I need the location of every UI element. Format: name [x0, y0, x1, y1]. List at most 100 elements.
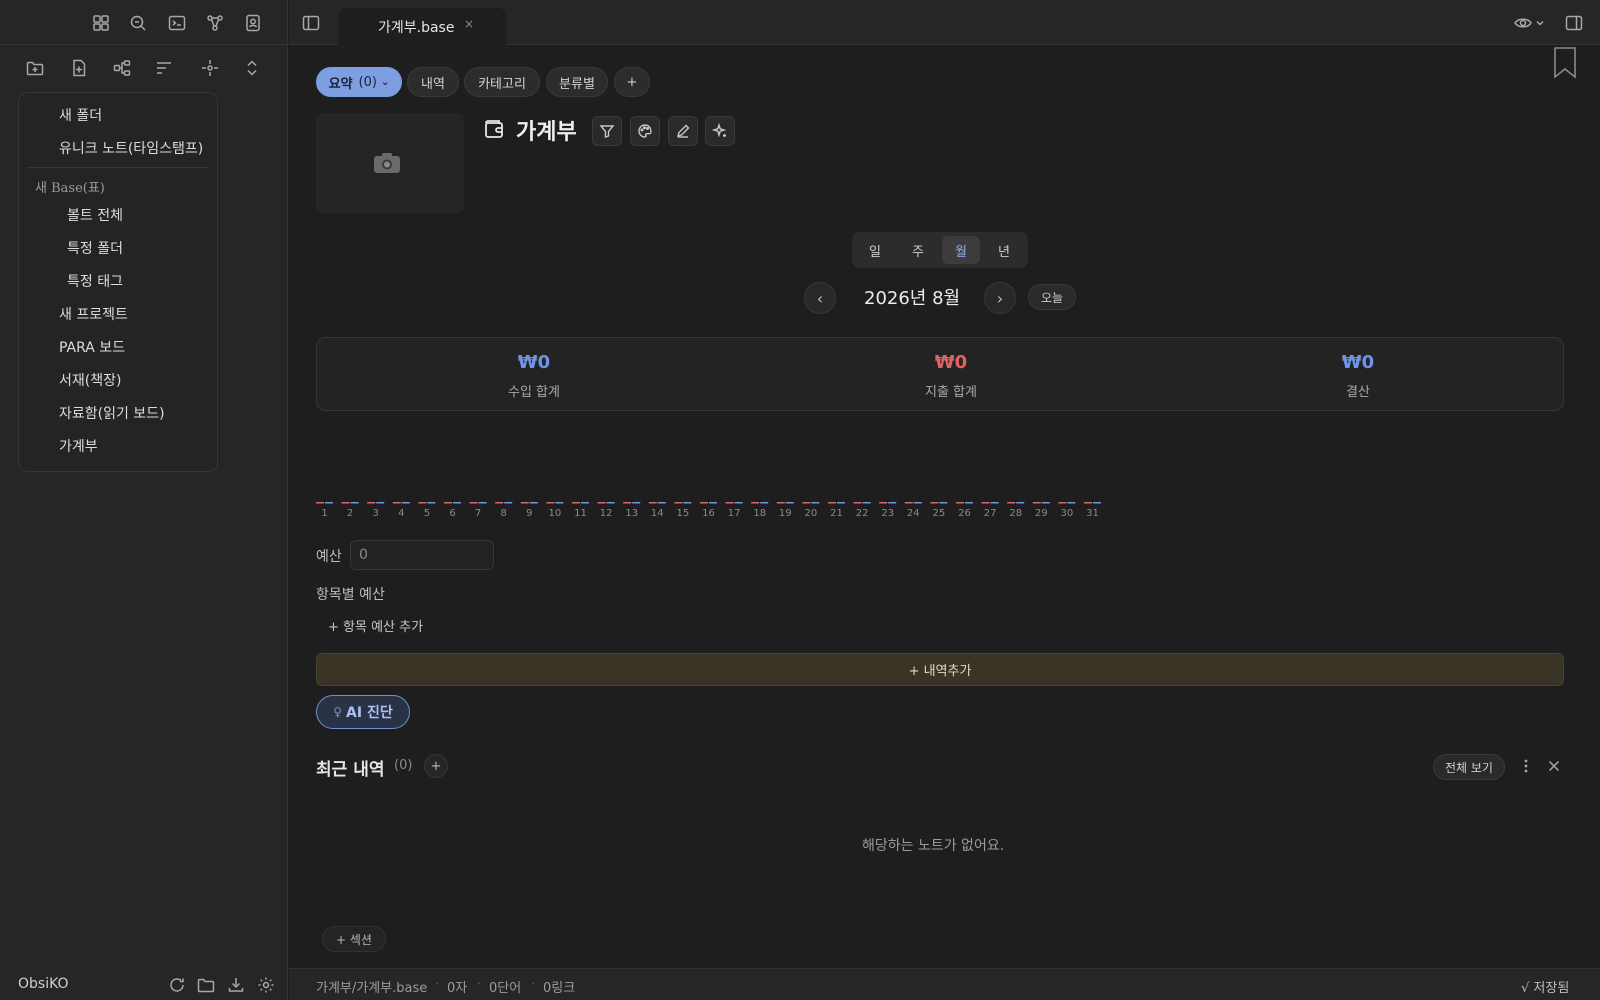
budget-input[interactable] [350, 540, 494, 570]
prev-month-button[interactable]: ‹ [804, 282, 836, 314]
chart-x-tick-label: 31 [1086, 508, 1099, 519]
recent-entries-title: 최근 내역 [316, 760, 385, 780]
chart-bar [1041, 502, 1050, 504]
status-char-count: 0자 [447, 981, 468, 996]
new-folder-icon[interactable] [23, 56, 47, 80]
graph-icon[interactable] [203, 11, 227, 35]
chart-bar [504, 502, 513, 504]
period-month[interactable]: 월 [942, 236, 980, 264]
view-tab-by-class[interactable]: 분류별 [546, 67, 608, 97]
chart-x-tick-label: 26 [958, 508, 971, 519]
status-file-path[interactable]: 가계부/가계부.base [316, 977, 427, 996]
toggle-sidebar-icon[interactable] [300, 12, 322, 34]
menu-item-reading-board[interactable]: 자료함(읽기 보드) [59, 403, 165, 423]
sort-icon[interactable] [152, 56, 176, 80]
layout-grid-icon[interactable] [89, 11, 113, 35]
chart-bar [325, 502, 333, 504]
add-section-button[interactable]: + 섹션 [322, 926, 386, 952]
left-sidebar: 새 폴더 유니크 노트(타임스탬프) 새 Base(표) 볼트 전체 특정 폴더… [0, 0, 288, 1000]
chart-x-tick-label: 20 [805, 508, 818, 519]
period-year[interactable]: 년 [985, 236, 1023, 264]
toggle-right-sidebar-icon[interactable] [1563, 12, 1585, 34]
menu-item-whole-vault[interactable]: 볼트 전체 [67, 205, 123, 225]
chart-x-tick-label: 21 [830, 508, 843, 519]
add-category-budget-button[interactable]: + 항목 예산 추가 [328, 616, 423, 635]
refresh-icon[interactable] [167, 975, 187, 995]
chart-x-tick-label: 3 [373, 508, 379, 519]
chart-bar [879, 502, 888, 504]
menu-item-new-project[interactable]: 새 프로젝트 [59, 304, 128, 324]
chart-bar [811, 502, 820, 504]
focus-icon[interactable] [198, 56, 222, 80]
reading-view-icon[interactable] [1512, 12, 1548, 34]
chart-bar [444, 502, 452, 504]
chart-bar [495, 502, 504, 504]
mindmap-icon[interactable] [110, 56, 134, 80]
ai-diagnosis-button[interactable]: ♀ AI 진단 [316, 695, 410, 729]
menu-item-specific-tag[interactable]: 특정 태그 [67, 271, 123, 291]
chart-bar [904, 502, 913, 504]
folder-icon[interactable] [196, 975, 216, 995]
search-icon[interactable] [126, 11, 150, 35]
menu-item-unique-note[interactable]: 유니크 노트(타임스탬프) [59, 138, 203, 158]
status-bar: 가계부/가계부.base · 0자 · 0단어 · 0링크 √ 저장됨 [289, 968, 1600, 1000]
category-budget-title: 항목별 예산 [316, 587, 385, 603]
chart-bar [1058, 502, 1067, 504]
menu-item-bookshelf[interactable]: 서재(책장) [59, 370, 121, 390]
contact-icon[interactable] [241, 11, 265, 35]
menu-item-household-ledger[interactable]: 가계부 [59, 436, 98, 456]
period-selector: 일 주 월 년 [852, 232, 1028, 268]
close-icon[interactable] [1544, 756, 1564, 776]
more-vertical-icon[interactable] [1516, 756, 1536, 776]
view-tab-category[interactable]: 카테고리 [464, 67, 540, 97]
chart-bar [981, 502, 990, 504]
download-icon[interactable] [226, 975, 246, 995]
status-separator: · [435, 977, 440, 992]
tab-close-button[interactable]: × [464, 17, 474, 31]
edit-icon[interactable] [668, 116, 698, 146]
chart-bar [760, 502, 769, 504]
chart-x-tick-label: 1 [321, 508, 327, 519]
chart-x-tick-label: 28 [1009, 508, 1022, 519]
next-month-button[interactable]: › [984, 282, 1016, 314]
terminal-icon[interactable] [165, 11, 189, 35]
view-tab-entries[interactable]: 내역 [407, 67, 459, 97]
recent-add-button[interactable]: + [424, 754, 448, 778]
current-month-label: 2026년 8월 [864, 288, 961, 309]
period-day[interactable]: 일 [856, 236, 894, 264]
add-view-button[interactable]: + [614, 67, 650, 97]
status-separator: · [477, 977, 482, 992]
expand-collapse-icon[interactable] [240, 56, 264, 80]
period-week[interactable]: 주 [899, 236, 937, 264]
view-all-button[interactable]: 전체 보기 [1433, 754, 1505, 780]
settings-icon[interactable] [256, 975, 276, 995]
add-entry-button[interactable]: + 내역추가 [316, 653, 1564, 686]
chart-bar [546, 502, 555, 504]
vault-name[interactable]: ObsiKO [18, 976, 69, 992]
menu-item-new-folder[interactable]: 새 폴더 [59, 105, 102, 125]
expense-total-label: 지출 합계 [925, 385, 977, 400]
chart-bar [606, 502, 615, 504]
chart-bar [316, 502, 324, 504]
page-title: 가계부 [516, 120, 577, 145]
chart-bar [785, 502, 794, 504]
sparkle-icon[interactable] [705, 116, 735, 146]
menu-item-para-board[interactable]: PARA 보드 [59, 337, 125, 357]
palette-icon[interactable] [630, 116, 660, 146]
bookmark-icon[interactable] [1552, 46, 1578, 80]
chart-x-tick-label: 19 [779, 508, 792, 519]
chart-bar [913, 502, 922, 504]
chart-x-tick-label: 23 [881, 508, 894, 519]
ai-diagnosis-label: AI 진단 [346, 705, 393, 721]
menu-item-specific-folder[interactable]: 특정 폴더 [67, 238, 123, 258]
chart-x-tick-label: 15 [677, 508, 690, 519]
today-button[interactable]: 오늘 [1028, 284, 1076, 310]
stethoscope-icon: ♀ [333, 705, 343, 719]
chart-bar [555, 502, 564, 504]
chart-bar [802, 502, 811, 504]
new-note-icon[interactable] [67, 56, 91, 80]
chart-bar [1084, 502, 1092, 504]
filter-icon[interactable] [592, 116, 622, 146]
view-tab-summary[interactable]: 요약 (0) ⌄ [316, 67, 402, 97]
tab-title[interactable]: 가계부.base [378, 17, 454, 37]
